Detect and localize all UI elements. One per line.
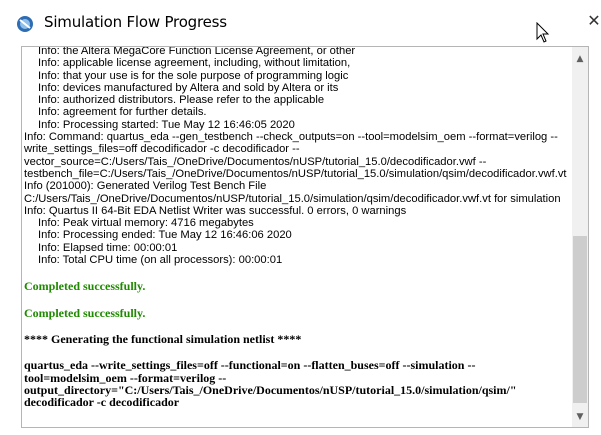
quartus-app-icon — [17, 16, 33, 32]
log-line: decodificador -c decodificador — [24, 395, 180, 410]
log-line: Info: applicable license agreement, incl… — [38, 57, 351, 70]
log-line: write_settings_files=off decodificador -… — [24, 143, 300, 156]
log-output-box[interactable]: Info: the Altera MegaCore Function Licen… — [21, 46, 589, 428]
log-line: **** Generating the functional simulatio… — [24, 331, 302, 346]
log-line: Info: Elapsed time: 00:00:01 — [38, 241, 178, 254]
log-line: Info: Peak virtual memory: 4716 megabyte… — [38, 217, 254, 230]
log-line: Info (201000): Generated Verilog Test Be… — [24, 180, 267, 193]
log-line: Info: Processing ended: Tue May 12 16:46… — [38, 229, 292, 242]
log-line: Info: Processing started: Tue May 12 16:… — [38, 118, 295, 131]
scroll-down-arrow-icon[interactable]: ▼ — [572, 409, 588, 425]
log-spacer — [24, 319, 572, 333]
log-line: C:/Users/Tais_/OneDrive/Documentos/nUSP/… — [24, 192, 561, 205]
mouse-cursor-icon — [536, 22, 550, 43]
log-line: Info: that your use is for the sole purp… — [38, 69, 349, 82]
log-line: quartus_eda --write_settings_files=off -… — [24, 358, 476, 373]
log-line: Info: the Altera MegaCore Function Licen… — [38, 46, 356, 57]
scroll-up-arrow-icon[interactable]: ▲ — [572, 51, 588, 67]
log-line: tool=modelsim_oem --format=verilog -- — [24, 370, 227, 385]
log-line: Info: Quartus II 64-Bit EDA Netlist Writ… — [24, 204, 407, 217]
log-spacer — [24, 266, 572, 280]
log-success-line: Completed successfully. — [24, 279, 146, 294]
scrollbar-thumb[interactable] — [573, 236, 587, 403]
close-button[interactable]: ✕ — [584, 8, 601, 34]
log-line: Info: Total CPU time (on all processors)… — [38, 254, 283, 267]
log-content: Info: the Altera MegaCore Function Licen… — [24, 46, 572, 410]
log-spacer — [24, 345, 572, 359]
log-line: Info: Command: quartus_eda --gen_testben… — [24, 131, 558, 144]
log-line: Info: authorized distributors. Please re… — [38, 94, 325, 107]
window-title: Simulation Flow Progress — [44, 13, 227, 31]
title-bar: Simulation Flow Progress ✕ — [0, 0, 601, 46]
log-success-line: Completed successfully. — [24, 305, 146, 320]
log-line: vector_source=C:/Users/Tais_/OneDrive/Do… — [24, 155, 487, 168]
log-line: testbench_file=C:/Users/Tais_/OneDrive/D… — [24, 167, 567, 180]
vertical-scrollbar[interactable]: ▲ ▼ — [572, 47, 588, 427]
log-line: Info: devices manufactured by Altera and… — [38, 81, 339, 94]
log-line: Info: agreement for further details. — [38, 106, 207, 119]
log-spacer — [24, 293, 572, 307]
